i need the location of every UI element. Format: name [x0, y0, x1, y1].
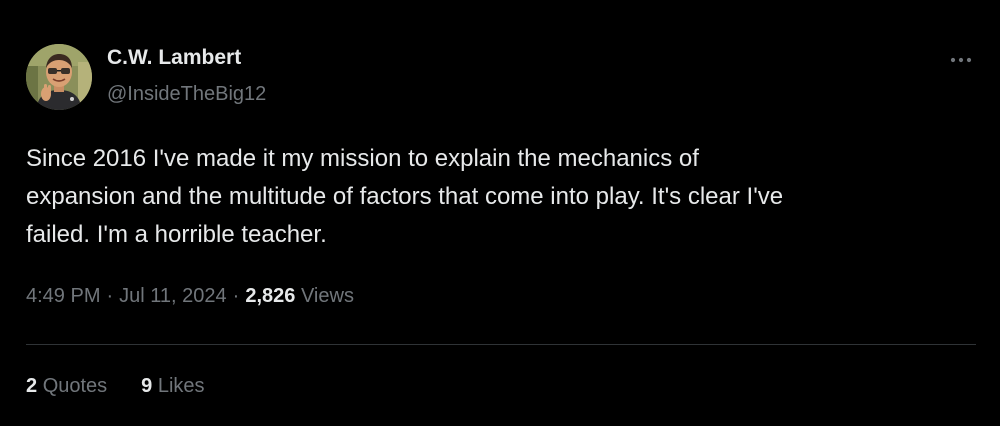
tweet-meta: 4:49 PM · Jul 11, 2024 · 2,826 Views	[26, 285, 354, 308]
author-handle[interactable]: @InsideTheBig12	[107, 83, 266, 106]
more-horizontal-icon	[950, 57, 972, 63]
tweet-date[interactable]: Jul 11, 2024	[119, 285, 227, 307]
meta-separator: ·	[106, 285, 114, 307]
likes-label: Likes	[157, 375, 205, 397]
memoji-avatar-icon	[26, 44, 92, 110]
more-options-button[interactable]	[944, 48, 978, 72]
quotes-label: Quotes	[42, 375, 108, 397]
engagement-stats: 2 Quotes 9 Likes	[26, 375, 205, 398]
tweet-card: C.W. Lambert @InsideTheBig12 Since 2016 …	[0, 0, 1000, 426]
likes-stat[interactable]: 9 Likes	[141, 375, 204, 398]
quotes-stat[interactable]: 2 Quotes	[26, 375, 107, 398]
likes-count: 9	[141, 375, 153, 397]
tweet-text: Since 2016 I've made it my mission to ex…	[26, 145, 784, 248]
avatar[interactable]	[26, 44, 92, 110]
quotes-count: 2	[26, 375, 38, 397]
meta-separator: ·	[232, 285, 240, 307]
author-display-name[interactable]: C.W. Lambert	[107, 46, 241, 70]
tweet-time[interactable]: 4:49 PM	[26, 285, 100, 307]
views-label: Views	[300, 285, 354, 307]
divider	[26, 344, 976, 345]
views-count: 2,826	[245, 285, 296, 307]
